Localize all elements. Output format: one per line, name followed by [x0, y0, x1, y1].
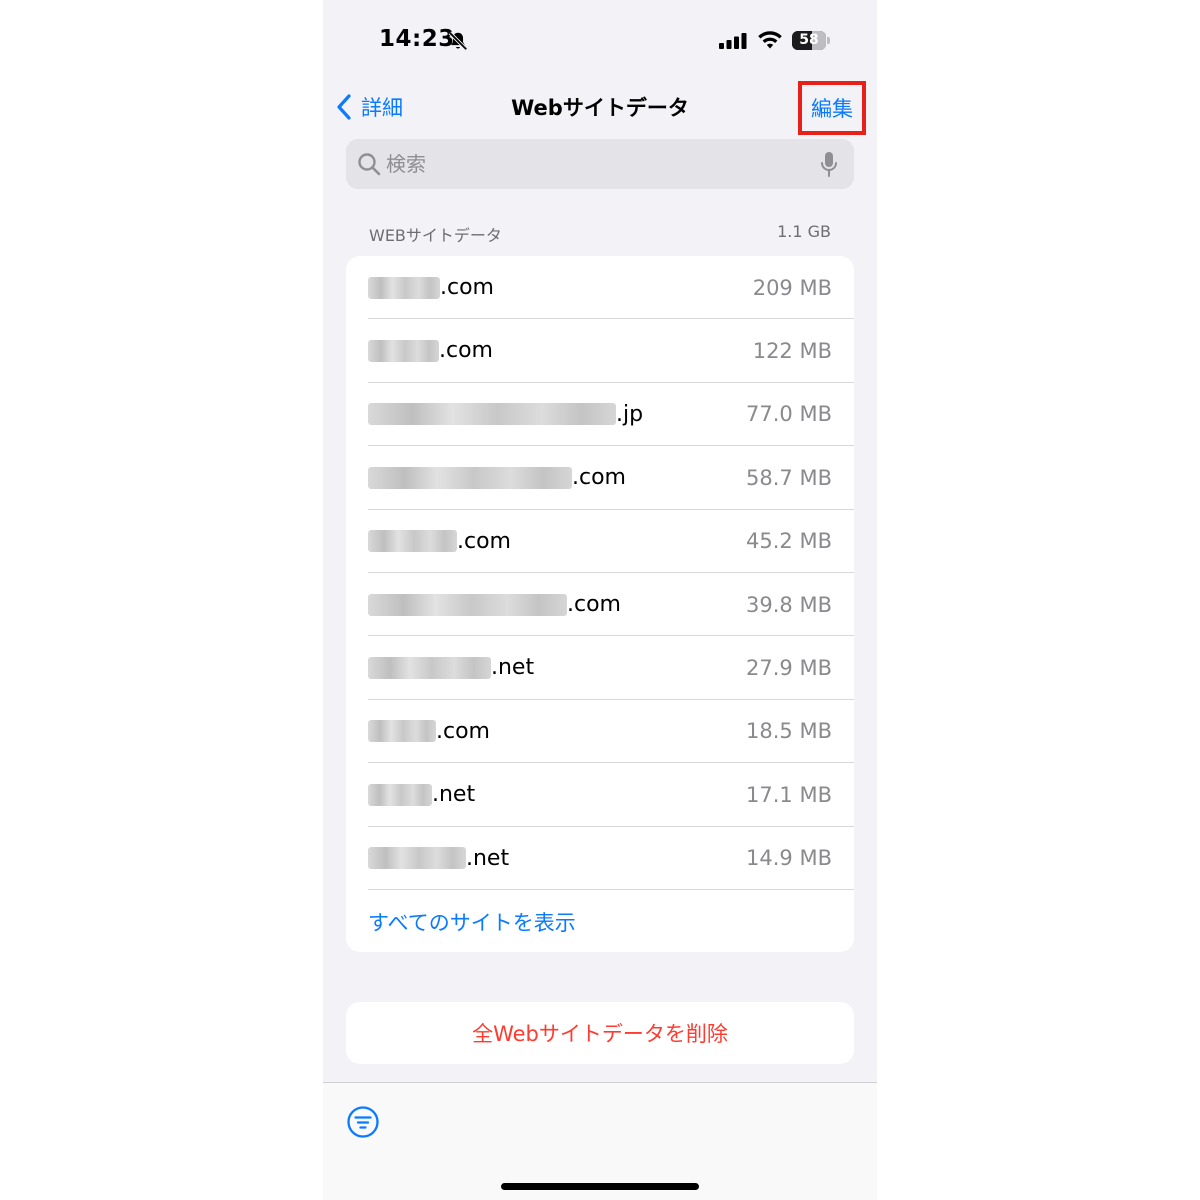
domain-suffix: .net: [466, 845, 510, 871]
site-row[interactable]: .com 45.2 MB: [346, 510, 854, 573]
site-size: 45.2 MB: [746, 529, 832, 554]
home-indicator[interactable]: [501, 1183, 699, 1190]
site-name: .com: [368, 700, 490, 763]
domain-suffix: .com: [457, 528, 511, 554]
blurred-domain: [368, 339, 439, 362]
battery-percentage: 58: [799, 32, 819, 48]
site-row[interactable]: .net 17.1 MB: [346, 763, 854, 827]
site-size: 18.5 MB: [746, 719, 832, 744]
page-title: Webサイトデータ: [511, 96, 689, 120]
battery-tip: [827, 37, 830, 44]
blurred-domain: [368, 593, 567, 616]
blurred-domain: [368, 530, 457, 553]
site-name: .jp: [368, 383, 643, 446]
site-size: 58.7 MB: [746, 465, 832, 490]
section-total-size: 1.1 GB: [777, 222, 831, 241]
site-row[interactable]: .com 209 MB: [346, 256, 854, 320]
domain-suffix: .net: [491, 655, 535, 681]
blurred-domain: [368, 466, 572, 489]
site-size: 122 MB: [752, 338, 832, 363]
domain-suffix: .com: [440, 275, 494, 300]
navigation-bar: 詳細 Webサイトデータ 編集: [323, 80, 877, 136]
delete-all-website-data-button[interactable]: 全Webサイトデータを削除: [346, 1002, 854, 1064]
bottom-toolbar: [323, 1082, 877, 1200]
site-name: .com: [368, 256, 494, 319]
site-name: .com: [368, 319, 493, 382]
show-all-sites-link[interactable]: すべてのサイトを表示: [368, 890, 576, 952]
section-header: WEBサイトデータ 1.1 GB: [369, 222, 831, 245]
domain-suffix: .com: [572, 465, 626, 491]
site-name: .net: [368, 763, 475, 826]
site-name: .com: [368, 573, 621, 636]
site-row[interactable]: .net 27.9 MB: [346, 636, 854, 700]
microphone-icon[interactable]: [820, 151, 838, 178]
status-time: 14:23: [379, 26, 455, 52]
site-row[interactable]: .com 58.7 MB: [346, 446, 854, 510]
website-data-list: .com 209 MB .com 122 MB .jp 77.0 MB .com…: [346, 256, 854, 952]
site-row[interactable]: .jp 77.0 MB: [346, 383, 854, 447]
blurred-domain: [368, 720, 436, 743]
phone-screen: 14:23 58 詳細 Webサイトデータ 編集 検索 WEBサイトデータ 1.…: [323, 0, 877, 1200]
search-bar[interactable]: [346, 139, 854, 189]
site-size: 77.0 MB: [746, 402, 832, 427]
domain-suffix: .com: [436, 718, 490, 744]
domain-suffix: .com: [439, 338, 493, 364]
blurred-domain: [368, 403, 616, 426]
search-icon: [358, 153, 381, 176]
search-input[interactable]: [386, 139, 806, 189]
battery-body: 58: [792, 31, 826, 50]
blurred-domain: [368, 276, 440, 299]
bell-slash-icon: [448, 31, 468, 51]
site-name: .com: [368, 510, 511, 573]
site-row[interactable]: .com 39.8 MB: [346, 573, 854, 637]
filter-icon[interactable]: [346, 1105, 380, 1139]
site-name: .net: [368, 827, 509, 890]
domain-suffix: .com: [567, 592, 621, 617]
domain-suffix: .net: [432, 782, 476, 808]
site-size: 39.8 MB: [746, 592, 832, 617]
site-size: 209 MB: [752, 275, 832, 300]
site-size: 17.1 MB: [746, 782, 832, 807]
site-name: .com: [368, 446, 626, 509]
edit-button[interactable]: 編集: [798, 81, 866, 135]
site-size: 27.9 MB: [746, 655, 832, 680]
site-name: .net: [368, 636, 534, 699]
wifi-icon: [758, 31, 782, 49]
status-bar: 14:23 58: [323, 0, 877, 80]
blurred-domain: [368, 847, 466, 870]
section-title: WEBサイトデータ: [369, 226, 502, 245]
site-size: 14.9 MB: [746, 846, 832, 871]
blurred-domain: [368, 783, 432, 806]
domain-suffix: .jp: [616, 401, 644, 427]
site-row[interactable]: .com 122 MB: [346, 319, 854, 383]
battery-icon: 58: [792, 31, 830, 50]
cellular-signal-icon: [719, 33, 747, 49]
site-row[interactable]: .net 14.9 MB: [346, 827, 854, 890]
site-row[interactable]: .com 18.5 MB: [346, 700, 854, 764]
blurred-domain: [368, 656, 491, 679]
